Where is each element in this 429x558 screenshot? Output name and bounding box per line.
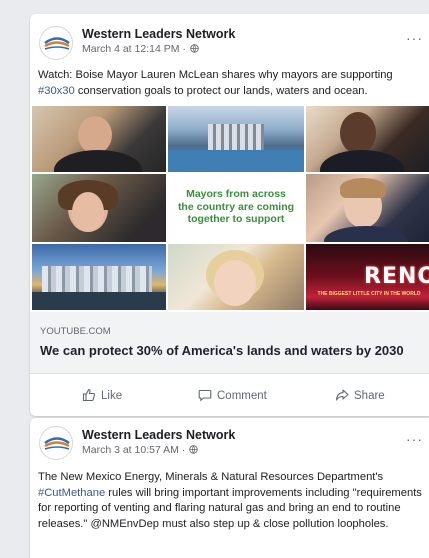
- post-header: Western Leaders Network March 3 at 10:57…: [30, 418, 429, 462]
- post-meta: March 4 at 12:14 PM ·: [82, 43, 199, 55]
- hashtag-link[interactable]: #30x30: [38, 85, 75, 97]
- image-caption-line: Mayors from across: [186, 188, 286, 200]
- comment-button[interactable]: Comment: [198, 388, 267, 402]
- comment-label: Comment: [217, 390, 267, 402]
- meta-separator: ·: [178, 444, 189, 456]
- image-sign-text: RENO: [364, 264, 429, 289]
- portrait-image: [306, 174, 429, 242]
- like-button[interactable]: Like: [82, 388, 122, 402]
- share-button[interactable]: Share: [335, 388, 385, 402]
- image-caption-line: together to support: [187, 213, 285, 225]
- logo-icon: [44, 437, 70, 450]
- post-text-start: Watch: Boise Mayor Lauren McLean shares …: [38, 69, 393, 81]
- globe-icon: [189, 445, 198, 454]
- page-avatar[interactable]: [39, 26, 73, 60]
- post-text-start: The New Mexico Energy, Minerals & Natura…: [38, 471, 384, 483]
- more-icon[interactable]: ···: [406, 431, 423, 447]
- share-icon: [335, 389, 349, 401]
- post-text: Watch: Boise Mayor Lauren McLean shares …: [38, 68, 425, 99]
- meta-separator: ·: [179, 43, 189, 55]
- like-label: Like: [101, 390, 123, 402]
- link-title[interactable]: We can protect 30% of America's lands an…: [40, 343, 404, 358]
- post-card: Western Leaders Network March 3 at 10:57…: [30, 418, 429, 558]
- post-actions: Like Comment Share: [30, 376, 429, 416]
- image-sign-subtext: THE BIGGEST LITTLE CITY IN THE WORLD: [317, 291, 421, 297]
- post-text-end: conservation goals to protect our lands,…: [74, 84, 368, 97]
- campaign-text-image: Mayors from across the country are comin…: [168, 174, 304, 242]
- link-domain: YOUTUBE.COM: [40, 326, 111, 337]
- page-name[interactable]: Western Leaders Network: [82, 428, 235, 442]
- post-header: Western Leaders Network March 4 at 12:14…: [30, 14, 429, 60]
- portrait-image: [32, 174, 166, 242]
- link-preview[interactable]: YOUTUBE.COM We can protect 30% of Americ…: [30, 312, 429, 374]
- like-icon: [82, 388, 96, 402]
- portrait-image: [306, 106, 429, 172]
- logo-icon: [44, 37, 70, 50]
- portrait-image: [32, 106, 166, 172]
- post-text: The New Mexico Energy, Minerals & Natura…: [38, 470, 425, 532]
- post-meta: March 3 at 10:57 AM ·: [82, 444, 198, 456]
- post-date[interactable]: March 4 at 12:14 PM: [82, 43, 179, 55]
- post-date[interactable]: March 3 at 10:57 AM: [82, 444, 179, 456]
- post-card: Western Leaders Network March 4 at 12:14…: [30, 14, 429, 416]
- share-label: Share: [354, 390, 385, 402]
- page-name[interactable]: Western Leaders Network: [82, 27, 235, 41]
- portrait-image: [168, 244, 304, 310]
- reno-arch-image: RENO THE BIGGEST LITTLE CITY IN THE WORL…: [306, 244, 429, 310]
- image-caption: Mayors from across the country are comin…: [168, 188, 304, 226]
- globe-icon: [190, 44, 199, 53]
- page-avatar[interactable]: [39, 426, 73, 460]
- hashtag-link[interactable]: #CutMethane: [38, 487, 105, 499]
- skyline-image: [32, 244, 166, 310]
- comment-icon: [198, 389, 212, 402]
- link-image-collage[interactable]: Mayors from across the country are comin…: [32, 106, 429, 310]
- image-caption-line: the country are coming: [177, 200, 295, 213]
- city-aerial-image: [168, 106, 304, 172]
- more-icon[interactable]: ···: [406, 30, 423, 46]
